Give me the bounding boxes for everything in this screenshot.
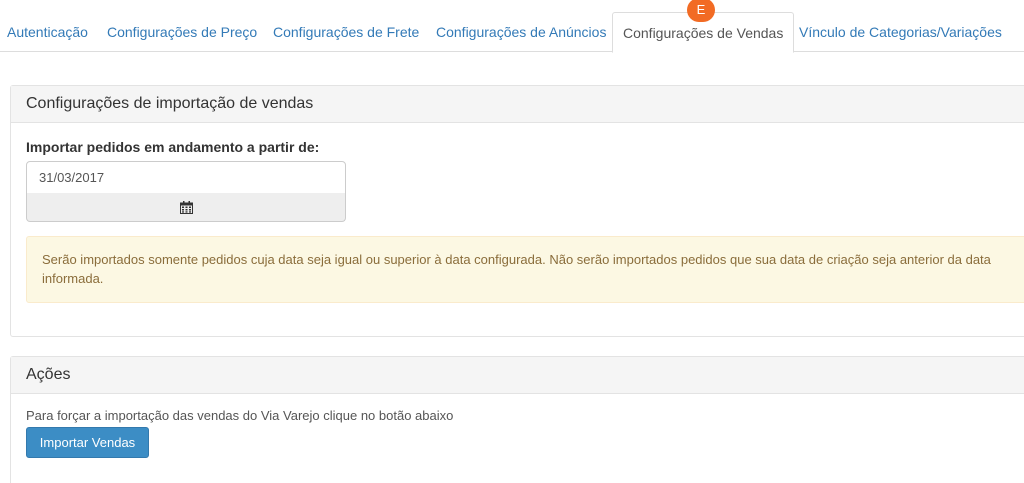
import-date-input[interactable]: 31/03/2017 (26, 161, 346, 194)
actions-description: Para forçar a importação das vendas do V… (26, 408, 454, 423)
import-settings-panel: Configurações de importação de vendas Im… (10, 85, 1024, 337)
tab-autenticacao[interactable]: Autenticação (7, 12, 88, 52)
tab-vinculo-categorias[interactable]: Vínculo de Categorias/Variações (799, 12, 1002, 52)
actions-panel: Ações Para forçar a importação das venda… (10, 356, 1024, 483)
calendar-button[interactable] (26, 193, 346, 222)
panel-title: Configurações de importação de vendas (11, 86, 1024, 123)
import-sales-button[interactable]: Importar Vendas (26, 427, 149, 458)
tab-configuracoes-frete[interactable]: Configurações de Frete (273, 12, 419, 52)
import-date-label: Importar pedidos em andamento a partir d… (26, 139, 320, 155)
calendar-icon (179, 200, 193, 214)
import-warning-alert: Serão importados somente pedidos cuja da… (26, 236, 1024, 303)
tab-badge: E (687, 0, 715, 22)
tab-configuracoes-preco[interactable]: Configurações de Preço (107, 12, 257, 52)
panel-title: Ações (11, 357, 1024, 394)
settings-tabs: Autenticação Configurações de Preço Conf… (0, 12, 1024, 53)
tab-configuracoes-anuncios[interactable]: Configurações de Anúncios (436, 12, 606, 52)
